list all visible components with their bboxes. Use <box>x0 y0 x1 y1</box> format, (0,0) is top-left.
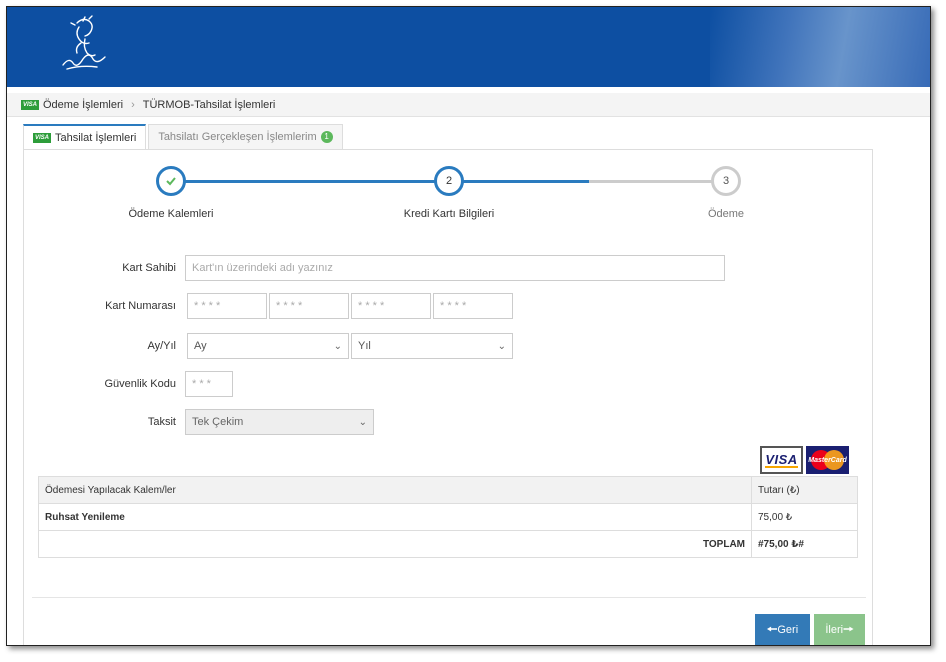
expiry-label: Ay/Yıl <box>147 340 176 352</box>
wizard-progress-line-done <box>169 180 589 183</box>
card-number-row: Kart Numarası * * * * * * * * * * * * * … <box>24 293 872 319</box>
payment-items-table: Ödemesi Yapılacak Kalem/ler Tutarı (₺) R… <box>38 476 858 558</box>
mastercard-logo: MasterCard <box>806 446 849 474</box>
year-select-value: Yıl <box>358 340 371 352</box>
total-value: #75,00 ₺# <box>751 530 858 558</box>
card-holder-input[interactable]: Kart'ın üzerindeki adı yazınız <box>185 255 725 281</box>
card-number-input-2[interactable]: * * * * <box>269 293 349 319</box>
card-logos: VISA MasterCard <box>760 446 849 474</box>
table-header-item: Ödemesi Yapılacak Kalem/ler <box>38 476 752 504</box>
step-2-label: Kredi Kartı Bilgileri <box>403 208 495 220</box>
back-button-label: Geri <box>777 624 799 636</box>
visa-icon: VISA <box>21 99 39 110</box>
item-name: Ruhsat Yenileme <box>38 503 752 531</box>
table-header-row: Ödemesi Yapılacak Kalem/ler Tutarı (₺) <box>38 476 858 504</box>
next-button-label: İleri <box>825 624 844 636</box>
visa-icon: VISA <box>33 132 51 143</box>
cvv-input[interactable]: * * * <box>185 371 233 397</box>
tab-label: Tahsilatı Gerçekleşen İşlemlerim <box>158 131 317 143</box>
step-wizard: 2 3 Ödeme Kalemleri Kredi Kartı Bilgiler… <box>24 150 872 230</box>
arrow-right-icon: 🠖 <box>843 621 854 636</box>
step-3-label: Ödeme <box>707 208 745 220</box>
arrow-left-icon: 🠔 <box>766 621 778 636</box>
step-2-indicator: 2 <box>434 166 464 196</box>
installment-label: Taksit <box>147 416 176 428</box>
chevron-down-icon: ⌄ <box>497 340 506 352</box>
wizard-progress-line-pending <box>589 180 729 183</box>
visa-card-logo: VISA <box>760 446 803 474</box>
table-total-row: TOPLAM #75,00 ₺# <box>38 530 858 558</box>
card-number-label: Kart Numarası <box>105 300 176 312</box>
next-button[interactable]: İleri 🠖 <box>814 614 865 645</box>
step-3-indicator: 3 <box>711 166 741 196</box>
tab-bar: VISA Tahsilat İşlemleri Tahsilatı Gerçek… <box>23 124 345 150</box>
year-select[interactable]: Yıl ⌄ <box>351 333 513 359</box>
site-header <box>7 7 930 87</box>
card-holder-row: Kart Sahibi Kart'ın üzerindeki adı yazın… <box>24 255 872 281</box>
tab-collections[interactable]: VISA Tahsilat İşlemleri <box>23 124 147 150</box>
divider <box>32 597 866 598</box>
breadcrumb-item-payments[interactable]: Ödeme İşlemleri <box>43 99 123 111</box>
cvv-row: Güvenlik Kodu * * * <box>24 371 872 397</box>
chevron-down-icon: ⌄ <box>333 340 342 352</box>
breadcrumb: VISA Ödeme İşlemleri › TÜRMOB-Tahsilat İ… <box>7 93 930 117</box>
back-button[interactable]: 🠔 Geri <box>755 614 810 645</box>
card-number-input-3[interactable]: * * * * <box>351 293 431 319</box>
card-number-input-4[interactable]: * * * * <box>433 293 513 319</box>
payment-panel: 2 3 Ödeme Kalemleri Kredi Kartı Bilgiler… <box>23 149 873 645</box>
app-window: VISA Ödeme İşlemleri › TÜRMOB-Tahsilat İ… <box>6 6 931 646</box>
installment-select-value: Tek Çekim <box>192 416 244 428</box>
card-number-input-1[interactable]: * * * * <box>187 293 267 319</box>
installment-row: Taksit Tek Çekim ⌄ <box>24 409 872 435</box>
month-select-value: Ay <box>194 340 207 352</box>
tab-completed-transactions[interactable]: Tahsilatı Gerçekleşen İşlemlerim 1 <box>148 124 343 150</box>
card-holder-label: Kart Sahibi <box>122 262 176 274</box>
cvv-label: Güvenlik Kodu <box>104 378 176 390</box>
chevron-right-icon: › <box>131 98 135 111</box>
count-badge: 1 <box>320 131 333 143</box>
step-1-label: Ödeme Kalemleri <box>128 208 214 220</box>
step-1-check-icon <box>156 166 186 196</box>
month-select[interactable]: Ay ⌄ <box>187 333 349 359</box>
installment-select[interactable]: Tek Çekim ⌄ <box>185 409 374 435</box>
expiry-row: Ay/Yıl Ay ⌄ Yıl ⌄ <box>24 333 872 359</box>
table-header-amount: Tutarı (₺) <box>751 476 858 504</box>
tab-label: Tahsilat İşlemleri <box>55 131 137 144</box>
breadcrumb-item-collections[interactable]: TÜRMOB-Tahsilat İşlemleri <box>143 99 276 111</box>
ataturk-signature-logo <box>62 15 106 70</box>
header-hand-writing-image <box>710 7 930 87</box>
table-row: Ruhsat Yenileme 75,00 ₺ <box>38 503 858 531</box>
chevron-down-icon: ⌄ <box>358 416 367 428</box>
item-amount: 75,00 ₺ <box>751 503 858 531</box>
total-label: TOPLAM <box>38 530 752 558</box>
